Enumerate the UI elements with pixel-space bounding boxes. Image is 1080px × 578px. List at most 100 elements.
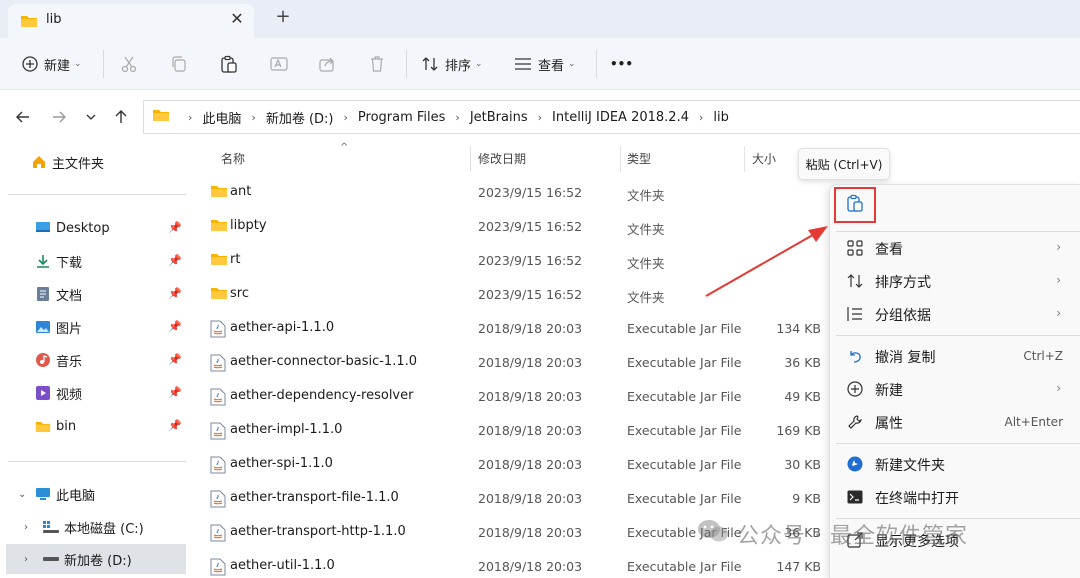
chevron-right-icon[interactable]: › [699, 111, 703, 124]
file-size: 134 KB [776, 321, 821, 336]
tab-bar: lib ✕ + [0, 0, 1080, 38]
menu-item-view[interactable]: 查看 › [830, 232, 1080, 264]
address-bar[interactable]: › 此电脑 › 新加卷 (D:) › Program Files › JetBr… [143, 100, 1080, 134]
menu-item-group[interactable]: 分组依据 › [830, 298, 1080, 330]
sidebar-item-label: 主文件夹 [52, 156, 105, 172]
chevron-down-icon[interactable]: ⌄ [18, 489, 26, 500]
chevron-right-icon[interactable]: › [455, 111, 459, 124]
view-button[interactable]: 查看 ⌄ [514, 50, 576, 78]
column-header-size[interactable]: 大小 [752, 150, 776, 167]
toolbar-divider [406, 50, 407, 78]
menu-item-open-terminal[interactable]: 在终端中打开 [830, 481, 1080, 513]
menu-item-sort[interactable]: 排序方式 › [830, 265, 1080, 297]
paste-button[interactable] [220, 50, 238, 78]
table-row[interactable]: src 2023/9/15 16:52 文件夹 [190, 278, 830, 312]
new-tab-button[interactable]: + [272, 6, 294, 27]
tab-lib[interactable]: lib ✕ [8, 4, 254, 38]
sidebar-item-desktop[interactable]: Desktop 📌 [6, 213, 186, 243]
menu-item-undo-copy[interactable]: 撤消 复制 Ctrl+Z [830, 340, 1080, 372]
table-row[interactable]: aether-util-1.1.0 2018/9/18 20:03 Executab… [190, 550, 830, 578]
chevron-right-icon[interactable]: › [24, 554, 28, 565]
pin-icon: 📌 [168, 419, 182, 432]
picture-icon [34, 318, 52, 336]
breadcrumb-program-files[interactable]: Program Files [358, 110, 446, 125]
table-row[interactable]: aether-transport-file-1.1.0 2018/9/18 20:… [190, 482, 830, 516]
table-row[interactable]: libpty 2023/9/15 16:52 文件夹 [190, 210, 830, 244]
forward-arrow-icon[interactable] [46, 104, 72, 130]
table-row[interactable]: rt 2023/9/15 16:52 文件夹 [190, 244, 830, 278]
file-name: rt [230, 252, 241, 267]
sort-button[interactable]: 排序 ⌄ [421, 50, 483, 78]
table-row[interactable]: aether-impl-1.1.0 2018/9/18 20:03 Executab… [190, 414, 830, 448]
context-paste-button[interactable] [834, 187, 876, 223]
close-icon[interactable]: ✕ [226, 9, 248, 28]
column-divider[interactable] [620, 146, 621, 172]
breadcrumb-lib[interactable]: lib [713, 110, 728, 125]
shortcut-undo: Ctrl+Z [1023, 349, 1063, 363]
file-type: Executable Jar File [627, 423, 742, 438]
command-bar: 新建 ⌄ 排序 ⌄ 查看 ⌄ ••• [0, 38, 1080, 90]
sidebar-item-videos[interactable]: 视频 📌 [6, 378, 186, 408]
table-row[interactable]: ant 2023/9/15 16:52 文件夹 [190, 176, 830, 210]
column-header-type[interactable]: 类型 [627, 150, 651, 167]
sidebar-item-home[interactable]: 主文件夹 [30, 147, 210, 177]
table-row[interactable]: aether-spi-1.1.0 2018/9/18 20:03 Executabl… [190, 448, 830, 482]
sidebar-item-drive-d[interactable]: › 新加卷 (D:) [6, 544, 186, 574]
file-date: 2018/9/18 20:03 [478, 423, 583, 438]
file-type: Executable Jar File [627, 559, 742, 574]
toolbar-divider [103, 50, 104, 78]
document-icon [34, 285, 52, 303]
sidebar-item-this-pc[interactable]: ⌄ 此电脑 [6, 479, 186, 509]
column-header-name[interactable]: 名称 [221, 150, 245, 167]
chevron-right-icon[interactable]: › [538, 111, 542, 124]
sidebar-item-documents[interactable]: 文档 📌 [6, 279, 186, 309]
grid-icon [846, 239, 864, 257]
pin-icon: 📌 [168, 386, 182, 399]
sort-ascending-icon: ^ [340, 142, 349, 153]
new-button[interactable]: 新建 ⌄ [22, 50, 82, 78]
jar-file-icon [210, 456, 226, 478]
breadcrumb-jetbrains[interactable]: JetBrains [470, 110, 528, 125]
delete-button[interactable] [368, 50, 386, 78]
file-name: libpty [230, 218, 267, 233]
file-name: ant [230, 184, 252, 199]
sidebar-item-music[interactable]: 音乐 📌 [6, 345, 186, 375]
sidebar-item-downloads[interactable]: 下载 📌 [6, 246, 186, 276]
menu-item-label: 在终端中打开 [875, 491, 959, 507]
share-button[interactable] [318, 50, 336, 78]
breadcrumb-drive-d[interactable]: 新加卷 (D:) [266, 108, 334, 127]
pin-icon: 📌 [168, 254, 182, 267]
sidebar-item-drive-c[interactable]: › 本地磁盘 (C:) [6, 512, 186, 542]
sidebar-item-pictures[interactable]: 图片 📌 [6, 312, 186, 342]
chevron-right-icon[interactable]: › [251, 111, 255, 124]
rename-button[interactable] [270, 50, 288, 78]
menu-item-new-folder[interactable]: 新建文件夹 [830, 448, 1080, 480]
folder-icon [34, 417, 52, 435]
column-header-date[interactable]: 修改日期 [478, 150, 526, 167]
chevron-right-icon[interactable]: › [344, 111, 348, 124]
file-list: ^ 名称 修改日期 类型 大小 ant 2023/9/15 16:52 文件夹 lib… [190, 140, 830, 578]
sidebar-item-bin[interactable]: bin 📌 [6, 411, 186, 441]
breadcrumb-this-pc[interactable]: 此电脑 [202, 108, 241, 127]
jar-file-icon [210, 388, 226, 410]
file-type: 文件夹 [627, 188, 665, 203]
column-divider[interactable] [744, 146, 745, 172]
table-row[interactable]: aether-connector-basic-1.1.0 2018/9/18 20… [190, 346, 830, 380]
chevron-right-icon[interactable]: › [24, 522, 28, 533]
recent-chevron-down-icon[interactable] [78, 104, 104, 130]
more-options-button[interactable]: ••• [610, 50, 633, 78]
table-row[interactable]: aether-dependency-resolver 2018/9/18 20:0… [190, 380, 830, 414]
file-date: 2023/9/15 16:52 [478, 185, 583, 200]
back-arrow-icon[interactable] [10, 104, 36, 130]
menu-item-properties[interactable]: 属性 Alt+Enter [830, 406, 1080, 438]
home-icon [30, 153, 48, 171]
breadcrumb-intellij[interactable]: IntelliJ IDEA 2018.2.4 [552, 110, 689, 125]
file-name: aether-transport-file-1.1.0 [230, 490, 399, 505]
up-arrow-icon[interactable] [108, 104, 134, 130]
copy-button[interactable] [170, 50, 188, 78]
table-row[interactable]: aether-api-1.1.0 2018/9/18 20:03 Executabl… [190, 312, 830, 346]
view-button-label: 查看 [538, 58, 565, 74]
column-divider[interactable] [470, 146, 471, 172]
cut-button[interactable] [120, 50, 138, 78]
menu-item-new[interactable]: 新建 › [830, 373, 1080, 405]
